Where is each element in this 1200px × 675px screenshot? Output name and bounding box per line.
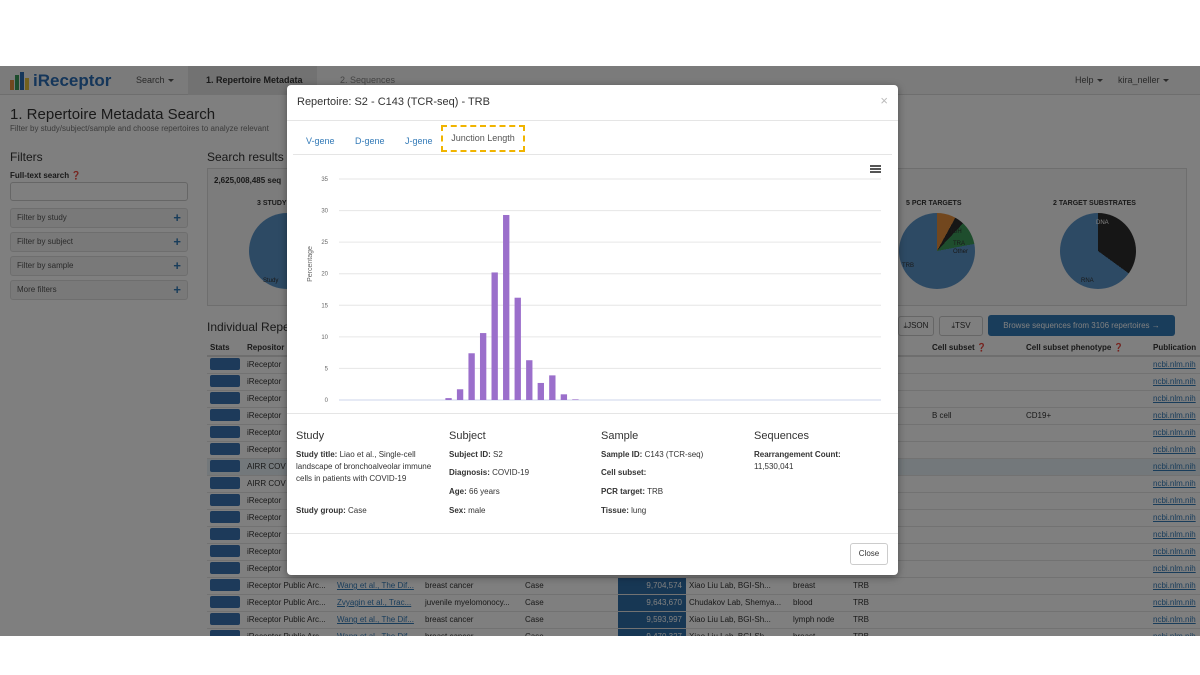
tissue-value: lung — [631, 506, 647, 515]
y-axis-label: Percentage — [307, 246, 314, 282]
y-tick-labels: 0 5 10 15 20 25 30 35 — [321, 177, 328, 403]
sample-heading: Sample — [601, 430, 639, 442]
bar-16[interactable] — [514, 297, 521, 400]
age-value: 66 years — [469, 487, 500, 496]
bar-12[interactable] — [468, 353, 475, 400]
tab-junction-length[interactable]: Junction Length — [441, 125, 525, 152]
rearrangement-count-label: Rearrangement Count: — [754, 449, 841, 461]
y-tick-label: 30 — [321, 209, 328, 215]
bar-13[interactable] — [479, 333, 487, 400]
bar-17[interactable] — [526, 360, 533, 400]
pcr-target-value: TRB — [647, 487, 664, 496]
sample-id-value: C143 (TCR-seq) — [644, 450, 704, 459]
bar-18[interactable] — [537, 382, 544, 400]
bar-19[interactable] — [549, 375, 556, 400]
sample-id: Sample ID: C143 (TCR-seq) — [601, 449, 703, 461]
divider — [287, 120, 898, 121]
sample-id-label: Sample ID: — [601, 450, 643, 459]
study-heading: Study — [296, 430, 325, 442]
y-tick-label: 15 — [321, 303, 328, 309]
study-group-label: Study group: — [296, 506, 346, 515]
y-tick-label: 25 — [321, 240, 328, 246]
modal-title: Repertoire: S2 - C143 (TCR-seq) - TRB — [297, 96, 490, 108]
cell-subset-label: Cell subset: — [601, 468, 647, 477]
chart-gridlines — [339, 178, 881, 401]
divider — [287, 413, 898, 414]
bar-21[interactable] — [572, 399, 579, 400]
junction-length-chart: Percentage 05101520253035 12345678910111… — [307, 177, 881, 403]
tissue-label: Tissue: — [601, 506, 629, 515]
cell-subset: Cell subset: — [601, 467, 646, 479]
bar-14[interactable] — [491, 272, 498, 400]
subject-heading: Subject — [449, 430, 486, 442]
study-group-value: Case — [348, 506, 367, 515]
bar-11[interactable] — [456, 389, 464, 400]
study-group: Study group: Case — [296, 505, 367, 517]
sex-label: Sex: — [449, 506, 466, 515]
count-label: Rearrangement Count: — [754, 450, 841, 459]
diagnosis: Diagnosis: COVID-19 — [449, 467, 529, 479]
close-icon[interactable]: × — [880, 93, 888, 108]
y-tick-label: 0 — [325, 398, 329, 403]
bar-15[interactable] — [503, 214, 510, 400]
sex: Sex: male — [449, 505, 485, 517]
subject-id-value: S2 — [493, 450, 503, 459]
close-button[interactable]: Close — [850, 543, 888, 565]
y-tick-label: 35 — [321, 177, 328, 183]
repertoire-modal: Repertoire: S2 - C143 (TCR-seq) - TRB × … — [287, 85, 898, 575]
subject-id-label: Subject ID: — [449, 450, 491, 459]
sex-value: male — [468, 506, 486, 515]
age: Age: 66 years — [449, 486, 500, 498]
rearrangement-count-value: 11,530,041 — [754, 462, 794, 471]
divider — [287, 533, 898, 534]
bar-20[interactable] — [560, 394, 568, 400]
pcr-target-label: PCR target: — [601, 487, 646, 496]
age-label: Age: — [449, 487, 467, 496]
y-tick-label: 5 — [325, 366, 329, 372]
tab-v-gene[interactable]: V-gene — [306, 136, 335, 146]
subject-id: Subject ID: S2 — [449, 449, 503, 461]
y-tick-label: 20 — [321, 272, 328, 278]
sequences-heading: Sequences — [754, 430, 810, 442]
study-title: Study title: Liao et al., Single-cell la… — [296, 449, 434, 485]
diagnosis-label: Diagnosis: — [449, 468, 490, 477]
pcr-target: PCR target: TRB — [601, 486, 663, 498]
y-tick-label: 10 — [321, 335, 328, 341]
diagnosis-value: COVID-19 — [492, 468, 530, 477]
chart-bars — [445, 214, 579, 400]
bar-10[interactable] — [445, 398, 452, 400]
app-window: iReceptor Search 1. Repertoire Metadata … — [0, 66, 1200, 636]
study-title-label: Study title: — [296, 450, 338, 459]
tab-j-gene[interactable]: J-gene — [405, 136, 433, 146]
tissue: Tissue: lung — [601, 505, 646, 517]
tab-d-gene[interactable]: D-gene — [355, 136, 385, 146]
